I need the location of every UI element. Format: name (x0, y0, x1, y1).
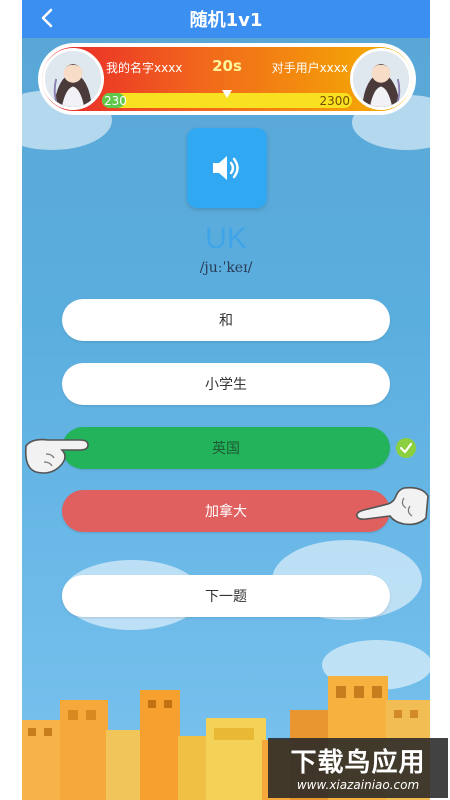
option-label: 和 (219, 313, 233, 329)
back-button[interactable] (34, 5, 60, 31)
speaker-icon (213, 156, 239, 180)
my-score: 230 (104, 94, 127, 108)
app-screen: 随机1v1 我的名字xxxx 20s 对手用户xxxx 230 2300 UK … (22, 0, 430, 800)
progress-marker-icon (222, 90, 232, 98)
watermark-main: 下载鸟应用 (290, 748, 426, 778)
next-question-button[interactable]: 下一题 (62, 575, 390, 617)
pointing-hand-icon (24, 438, 89, 474)
chevron-left-icon (41, 8, 53, 28)
answer-option-3-correct[interactable]: 英国 (62, 427, 390, 469)
option-label: 加拿大 (205, 504, 247, 520)
play-sound-button[interactable] (187, 128, 267, 208)
option-label: 小学生 (205, 377, 247, 393)
battle-bar: 我的名字xxxx 20s 对手用户xxxx 230 2300 (42, 47, 412, 111)
opponent-name: 对手用户xxxx (271, 61, 348, 75)
page-title: 随机1v1 (189, 10, 263, 31)
check-icon (396, 438, 416, 458)
opponent-score: 2300 (319, 94, 350, 108)
answer-option-2[interactable]: 小学生 (62, 363, 390, 405)
watermark: 下载鸟应用 www.xiazainiao.com (268, 738, 448, 798)
watermark-url: www.xiazainiao.com (296, 778, 420, 792)
answer-option-1[interactable]: 和 (62, 299, 390, 341)
next-button-label: 下一题 (205, 589, 247, 605)
question-word: UK (205, 222, 247, 255)
option-label: 英国 (212, 441, 240, 457)
battle-status-panel: 我的名字xxxx 20s 对手用户xxxx 230 2300 (38, 43, 416, 115)
top-bar: 随机1v1 (22, 0, 430, 38)
pointing-hand-icon (356, 486, 429, 526)
opponent-avatar[interactable] (350, 48, 412, 110)
answer-option-4-wrong[interactable]: 加拿大 (62, 490, 390, 532)
phonetic-transcription: /juːˈkeɪ/ (199, 260, 253, 276)
